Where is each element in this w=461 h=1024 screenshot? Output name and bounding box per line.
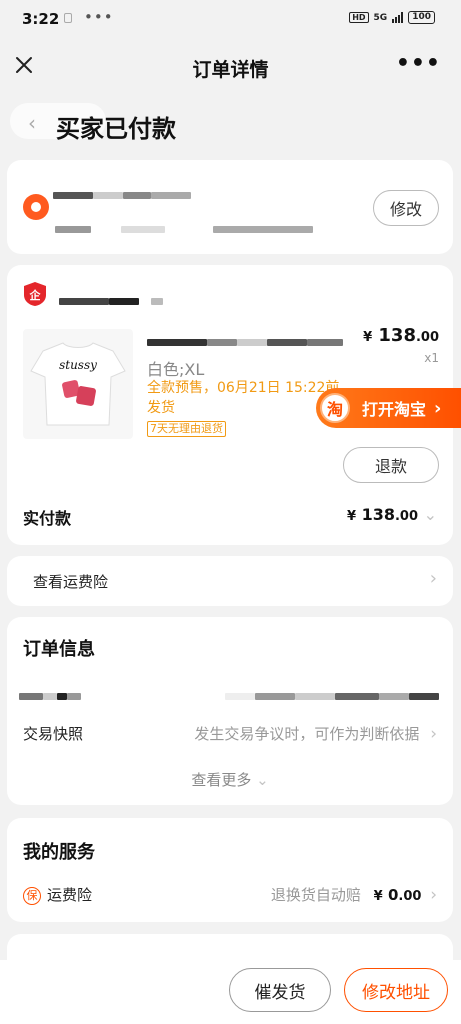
battery-icon: 100 [408,11,435,24]
paid-symbol: ¥ [346,509,356,524]
snapshot-row[interactable]: 发生交易争议时，可作为判断依据 › [194,723,437,744]
insurance-icon: 保 [23,886,41,905]
see-more-label: 查看更多 [191,771,252,789]
freight-label: 运费险 [47,886,93,904]
snapshot-value: 发生交易争议时，可作为判断依据 [194,725,420,743]
freight-service-row[interactable]: 退换货自动赔 ¥ 0.00 › [271,884,437,905]
change-address-button[interactable]: 修改地址 [344,968,448,1012]
services-card: 我的服务 保运费险 退换货自动赔 ¥ 0.00 › [7,818,453,922]
status-right: HD 5G 100 [349,11,435,24]
status-dots: ••• [84,8,114,26]
fee-int: 0 [387,886,399,904]
chevron-right-icon: › [430,885,437,905]
freight-service-label: 保运费险 [23,884,92,905]
chevron-right-icon: › [429,568,437,589]
shop-icon: 企 [24,282,46,306]
product-image[interactable]: stussy [23,329,133,439]
status-time: 3:22 [22,10,60,28]
urge-shipment-button[interactable]: 催发货 [229,968,331,1012]
address-card[interactable]: 修改 [7,160,453,254]
open-taobao-button[interactable]: 淘 打开淘宝 › [316,388,461,428]
return-badge: 7天无理由退货 [147,421,226,437]
order-info-card: 订单信息 交易快照 发生交易争议时，可作为判断依据 › 查看更多 ⌄ [7,617,453,805]
product-quantity: x1 [424,351,439,365]
more-icon[interactable]: ••• [396,51,441,76]
snapshot-label: 交易快照 [23,725,84,743]
product-attributes: 白色;XL [147,360,205,379]
freight-insurance-row[interactable]: 查看运费险 › [7,556,453,606]
services-title: 我的服务 [23,842,95,863]
price-symbol: ¥ [363,330,373,345]
order-status-row: ‹ 买家已付款 [10,100,310,148]
fee-symbol: ¥ [373,889,383,904]
price-dec: .00 [415,330,439,345]
freight-fee: ¥ 0.00 [374,886,422,904]
tshirt-icon: stussy [30,342,126,426]
order-number-value-redacted [225,685,439,704]
hd-icon: HD [349,12,369,23]
svg-text:企: 企 [29,288,42,302]
chevron-left-icon: ‹ [28,111,36,135]
chevron-right-icon: › [430,724,437,744]
freight-desc: 退换货自动赔 [270,886,361,904]
chevron-down-icon: ⌄ [256,771,269,789]
paid-amount[interactable]: ¥ 138.00 ⌄ [347,505,437,524]
order-number-label-redacted [19,685,81,704]
price-int: 138 [378,325,416,346]
freight-insurance-link: 查看运费险 [33,573,109,591]
nav-bar: 订单详情 ••• [0,38,461,96]
chevron-right-icon: › [434,397,442,419]
paid-dec: .00 [394,509,419,524]
notification-icon [64,13,72,23]
see-more-button[interactable]: 查看更多 ⌄ [7,769,453,790]
signal-icon [392,12,404,23]
network-label: 5G [373,12,388,23]
location-icon [23,194,49,220]
chevron-down-icon: ⌄ [423,505,437,524]
svg-text:stussy: stussy [59,358,97,372]
page-title: 订单详情 [192,59,269,81]
taobao-icon: 淘 [320,393,350,423]
fee-dec: .00 [398,889,422,904]
address-name-redacted [53,184,191,203]
order-status: 买家已付款 [56,115,176,143]
bottom-action-bar: 催发货 修改地址 [0,960,461,1024]
paid-label: 实付款 [23,509,72,528]
status-bar: 3:22 ••• HD 5G 100 [0,0,461,38]
product-price: ¥ 138.00 [363,325,439,346]
refund-button[interactable]: 退款 [343,447,439,483]
shop-name-redacted [59,290,163,309]
paid-int: 138 [361,505,395,524]
open-taobao-label: 打开淘宝 [362,400,427,419]
address-detail-redacted [55,218,313,237]
product-title-redacted [147,331,343,350]
edit-address-button[interactable]: 修改 [373,190,439,226]
order-info-title: 订单信息 [23,639,95,660]
